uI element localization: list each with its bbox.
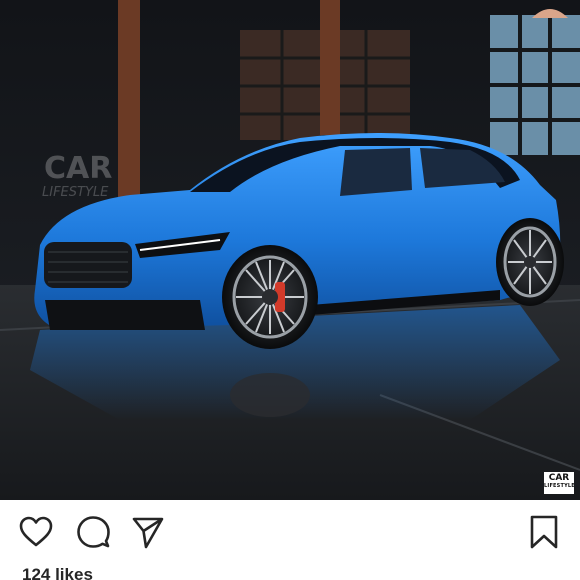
bookmark-icon — [530, 515, 558, 549]
comment-button[interactable] — [73, 512, 113, 552]
watermark-top-text: CAR — [44, 151, 112, 186]
corner-watermark-subtitle: LIFESTYLE — [544, 483, 575, 489]
watermark-top-subtext: LIFESTYLE — [42, 185, 109, 200]
likes-count[interactable]: 124 likes — [22, 565, 93, 580]
share-button[interactable] — [128, 512, 168, 552]
comment-icon — [77, 516, 110, 548]
like-button[interactable] — [16, 512, 56, 552]
paper-plane-icon — [132, 517, 164, 549]
corner-watermark: CAR LIFESTYLE — [544, 472, 575, 494]
instagram-post: CAR LIFESTYLE CAR LIFESTYLE 124 likes — [0, 0, 580, 580]
save-button[interactable] — [524, 512, 564, 552]
car-photo-illustration: CAR LIFESTYLE — [0, 0, 580, 500]
post-photo[interactable]: CAR LIFESTYLE CAR LIFESTYLE — [0, 0, 580, 500]
post-action-bar — [0, 500, 580, 564]
corner-watermark-title: CAR — [548, 473, 570, 483]
heart-icon — [19, 516, 53, 547]
